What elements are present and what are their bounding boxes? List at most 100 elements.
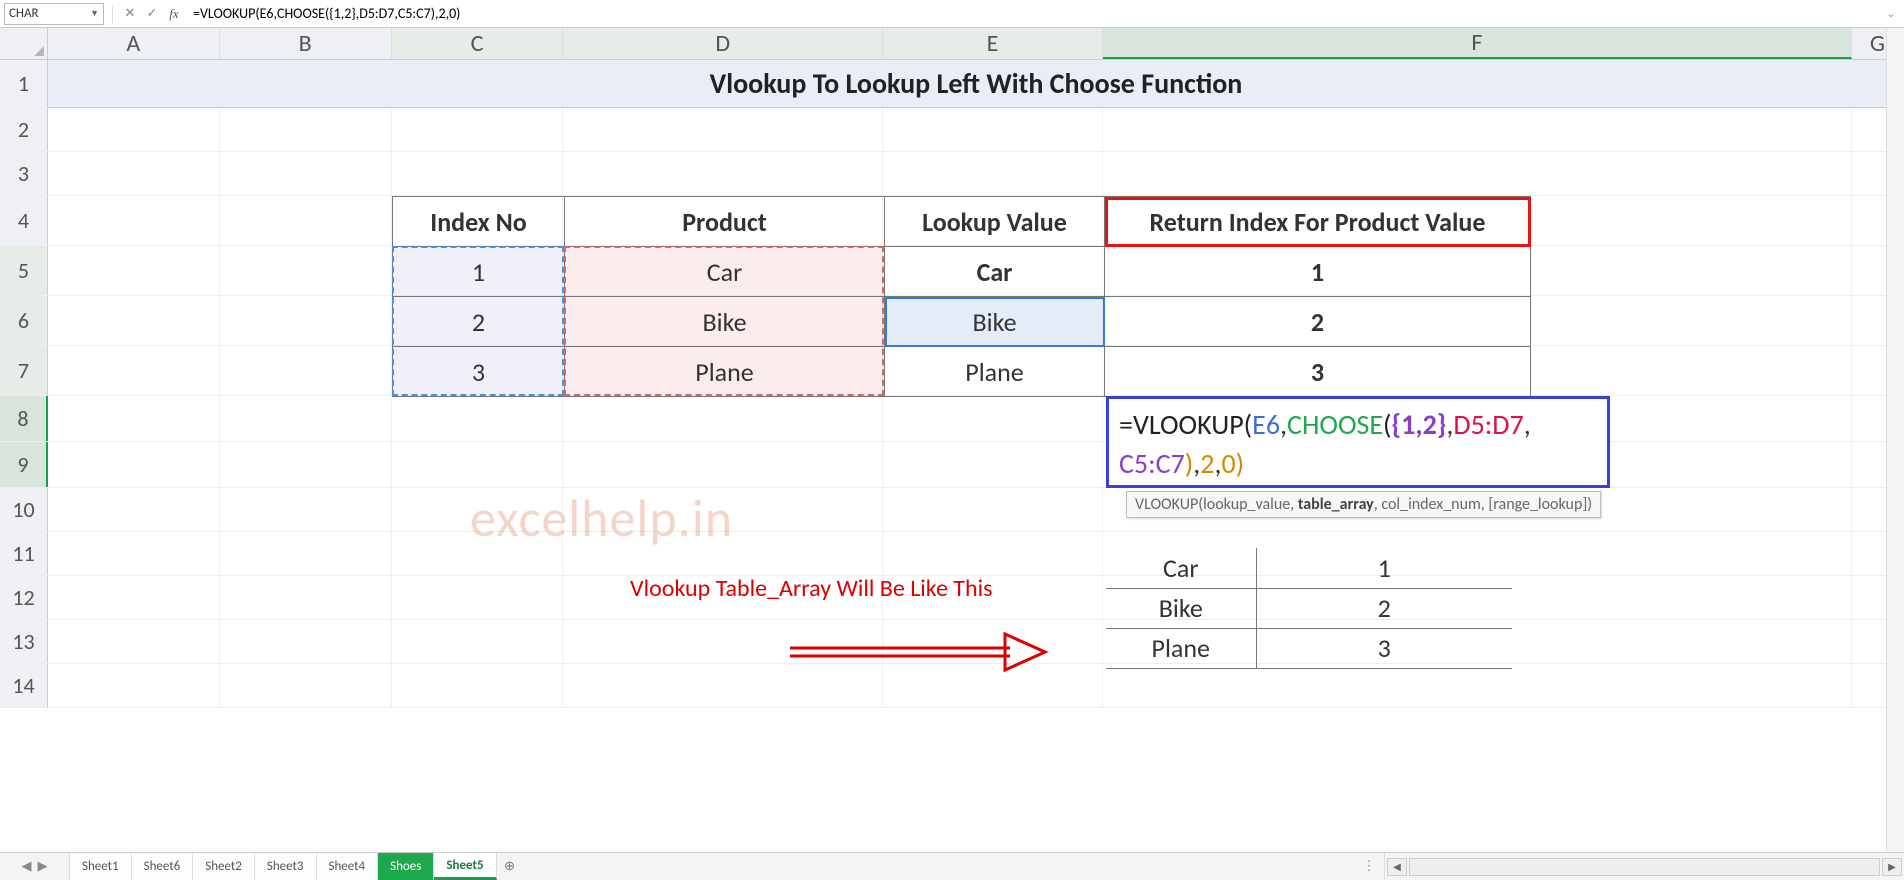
row-header-13[interactable]: 13 xyxy=(0,620,48,663)
cell-lookup-3[interactable]: Plane xyxy=(885,347,1105,397)
tab-sheet3[interactable]: Sheet3 xyxy=(255,853,317,880)
expand-formula-bar-icon[interactable]: ⌄ xyxy=(1882,7,1900,20)
row-header-5[interactable]: 5 xyxy=(0,246,48,295)
formula-edit-box[interactable]: =VLOOKUP(E6,CHOOSE({1,2},D5:D7,C5:C7),2,… xyxy=(1106,396,1610,488)
row-header-1[interactable]: 1 xyxy=(0,60,48,107)
scroll-track[interactable] xyxy=(1409,858,1880,876)
formula-input[interactable] xyxy=(187,3,1878,25)
cell-A10[interactable] xyxy=(48,488,220,531)
column-header-C[interactable]: C xyxy=(392,28,564,59)
cell-A4[interactable] xyxy=(48,196,220,245)
cell-A8[interactable] xyxy=(48,396,220,441)
column-header-A[interactable]: A xyxy=(48,28,220,59)
cell-A12[interactable] xyxy=(48,576,220,619)
vt-index-2[interactable]: 2 xyxy=(1256,588,1512,628)
cell-F2[interactable] xyxy=(1103,108,1852,151)
header-lookup-value[interactable]: Lookup Value xyxy=(885,197,1105,247)
row-header-11[interactable]: 11 xyxy=(0,532,48,575)
row-header-6[interactable]: 6 xyxy=(0,296,48,345)
cell-E10[interactable] xyxy=(883,488,1103,531)
cell-lookup-2[interactable]: Bike xyxy=(885,297,1105,347)
cell-A13[interactable] xyxy=(48,620,220,663)
row-header-10[interactable]: 10 xyxy=(0,488,48,531)
cell-F3[interactable] xyxy=(1103,152,1852,195)
cell-B2[interactable] xyxy=(220,108,392,151)
row-header-9[interactable]: 9 xyxy=(0,442,48,487)
cell-B3[interactable] xyxy=(220,152,392,195)
row-header-3[interactable]: 3 xyxy=(0,152,48,195)
cell-lookup-1[interactable]: Car xyxy=(885,247,1105,297)
tab-sheet2[interactable]: Sheet2 xyxy=(193,853,255,880)
cell-A2[interactable] xyxy=(48,108,220,151)
cell-B5[interactable] xyxy=(220,246,392,295)
row-header-7[interactable]: 7 xyxy=(0,346,48,395)
cell-B4[interactable] xyxy=(220,196,392,245)
horizontal-scrollbar[interactable]: ◀ ▶ xyxy=(1384,853,1904,880)
header-return-index[interactable]: Return Index For Product Value xyxy=(1105,197,1531,247)
cell-B6[interactable] xyxy=(220,296,392,345)
cell-return-3[interactable]: 3 xyxy=(1105,347,1531,397)
cell-F14[interactable] xyxy=(1103,664,1852,707)
cell-D3[interactable] xyxy=(563,152,883,195)
row-header-4[interactable]: 4 xyxy=(0,196,48,245)
column-header-F[interactable]: F xyxy=(1103,28,1852,59)
cell-E2[interactable] xyxy=(883,108,1103,151)
vt-product-2[interactable]: Bike xyxy=(1106,588,1256,628)
cell-return-2[interactable]: 2 xyxy=(1105,297,1531,347)
tab-sheet4[interactable]: Sheet4 xyxy=(317,853,379,880)
row-header-12[interactable]: 12 xyxy=(0,576,48,619)
cell-D2[interactable] xyxy=(563,108,883,151)
cell-B10[interactable] xyxy=(220,488,392,531)
cell-E3[interactable] xyxy=(883,152,1103,195)
cancel-formula-icon[interactable]: ✕ xyxy=(121,5,139,23)
cell-C12[interactable] xyxy=(392,576,564,619)
cell-E8[interactable] xyxy=(883,396,1103,441)
cell-A9[interactable] xyxy=(48,442,220,487)
cell-D8[interactable] xyxy=(563,396,883,441)
cell-A7[interactable] xyxy=(48,346,220,395)
cell-B14[interactable] xyxy=(220,664,392,707)
cell-A11[interactable] xyxy=(48,532,220,575)
scroll-right-button[interactable]: ▶ xyxy=(1882,858,1902,876)
vt-product-1[interactable]: Car xyxy=(1106,548,1256,588)
accept-formula-icon[interactable]: ✓ xyxy=(143,5,161,23)
tab-sheet1[interactable]: Sheet1 xyxy=(70,853,132,880)
row-header-8[interactable]: 8 xyxy=(0,396,48,441)
vt-product-3[interactable]: Plane xyxy=(1106,628,1256,668)
cell-return-1[interactable]: 1 xyxy=(1105,247,1531,297)
cell-B13[interactable] xyxy=(220,620,392,663)
cell-D9[interactable] xyxy=(563,442,883,487)
tab-shoes[interactable]: Shoes xyxy=(378,853,434,880)
vertical-scrollbar[interactable] xyxy=(1886,28,1904,852)
cell-A14[interactable] xyxy=(48,664,220,707)
vt-index-3[interactable]: 3 xyxy=(1256,628,1512,668)
cell-E11[interactable] xyxy=(883,532,1103,575)
column-header-E[interactable]: E xyxy=(883,28,1103,59)
name-box[interactable]: CHAR ▼ xyxy=(4,3,104,25)
tab-sheet5[interactable]: Sheet5 xyxy=(434,853,496,880)
tab-nav-buttons[interactable]: ◀ ▶ xyxy=(0,853,70,880)
fx-icon[interactable]: fx xyxy=(165,5,183,23)
cell-C2[interactable] xyxy=(392,108,564,151)
vt-index-1[interactable]: 1 xyxy=(1256,548,1512,588)
scroll-left-button[interactable]: ◀ xyxy=(1387,858,1407,876)
cell-C14[interactable] xyxy=(392,664,564,707)
cell-B11[interactable] xyxy=(220,532,392,575)
add-sheet-button[interactable]: ⊕ xyxy=(497,853,523,880)
cell-B7[interactable] xyxy=(220,346,392,395)
cell-B8[interactable] xyxy=(220,396,392,441)
cell-A3[interactable] xyxy=(48,152,220,195)
cell-C9[interactable] xyxy=(392,442,564,487)
header-index-no[interactable]: Index No xyxy=(393,197,565,247)
header-product[interactable]: Product xyxy=(565,197,885,247)
cell-B9[interactable] xyxy=(220,442,392,487)
cell-C3[interactable] xyxy=(392,152,564,195)
column-header-D[interactable]: D xyxy=(563,28,883,59)
cell-C13[interactable] xyxy=(392,620,564,663)
cell-A5[interactable] xyxy=(48,246,220,295)
cell-C8[interactable] xyxy=(392,396,564,441)
row-header-14[interactable]: 14 xyxy=(0,664,48,707)
formula-syntax-tooltip[interactable]: VLOOKUP(lookup_value, table_array, col_i… xyxy=(1126,491,1601,518)
row-header-2[interactable]: 2 xyxy=(0,108,48,151)
tab-split-handle[interactable]: ⋮ xyxy=(1354,853,1384,880)
